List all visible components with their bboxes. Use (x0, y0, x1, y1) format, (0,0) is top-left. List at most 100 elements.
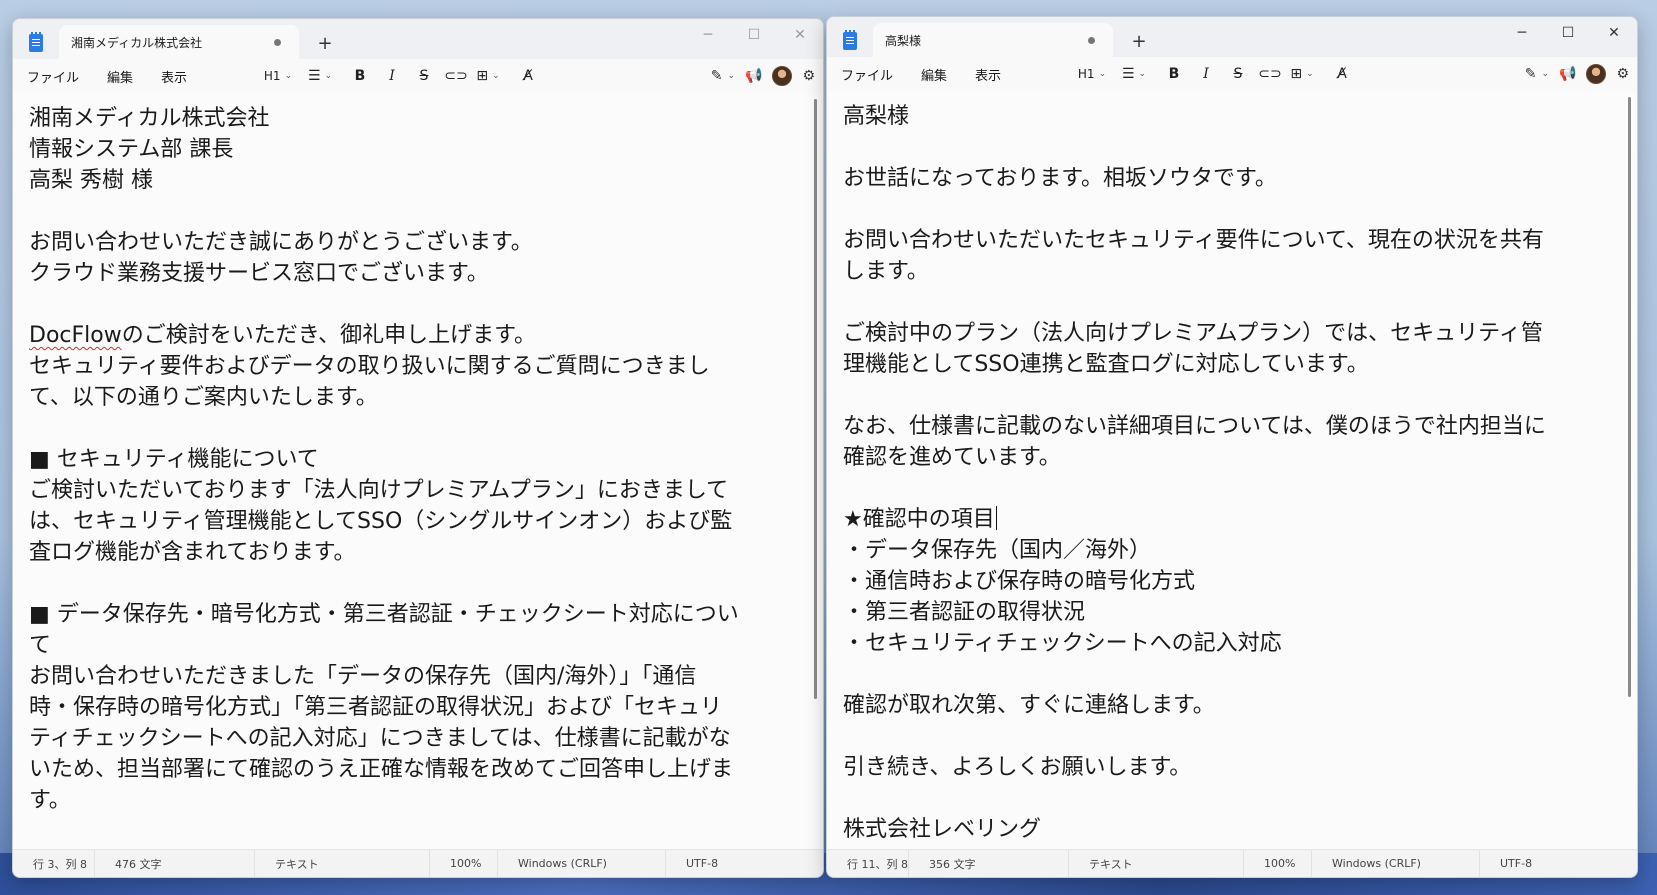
clear-format-icon: A̸ (1337, 66, 1347, 82)
text-line (843, 659, 1615, 690)
strikethrough-button[interactable]: S (409, 62, 439, 90)
status-cursor-position: 行 11、列 8 (827, 849, 909, 877)
menu-file[interactable]: ファイル (827, 65, 907, 84)
menu-edit[interactable]: 編集 (907, 65, 961, 84)
new-tab-button[interactable]: + (315, 33, 335, 54)
vertical-scrollbar[interactable] (1628, 97, 1631, 697)
status-line-ending[interactable]: Windows (CRLF) (1312, 849, 1480, 877)
menu-view[interactable]: 表示 (961, 65, 1015, 84)
strikethrough-button[interactable]: S (1223, 60, 1253, 88)
bold-button[interactable]: B (345, 62, 375, 90)
format-toolbar: H1 ⌄ ☰ ⌄ B I S ⊂⊃ ⊞ ⌄ A̸ (263, 59, 545, 93)
settings-button[interactable]: ⚙ (1616, 66, 1629, 82)
clear-format-button[interactable]: A̸ (1327, 60, 1357, 88)
copilot-dropdown[interactable]: ✎ ⌄ (1525, 66, 1549, 82)
text-line: します。 (843, 259, 929, 284)
text-line: DocFlowのご検討をいただき、御礼申し上げます。 (29, 323, 536, 348)
bold-button[interactable]: B (1159, 60, 1189, 88)
chevron-down-icon: ⌄ (284, 71, 293, 81)
text-line (29, 289, 801, 320)
status-bar: 行 3、列 8 476 文字 テキスト 100% Windows (CRLF) … (13, 849, 823, 877)
spellcheck-flagged-word[interactable]: DocFlow (29, 323, 122, 348)
status-cursor-position: 行 3、列 8 (13, 849, 95, 877)
italic-button[interactable]: I (1191, 60, 1221, 88)
table-dropdown[interactable]: ⊞ ⌄ (1287, 60, 1317, 88)
chevron-down-icon: ⌄ (727, 71, 735, 81)
notepad-window-right: 高梨様 + ─ ☐ ✕ ファイル 編集 表示 H1 ⌄ ☰ ⌄ B I S ⊂⊃ ⊞… (826, 16, 1638, 878)
link-button[interactable]: ⊂⊃ (1255, 60, 1285, 88)
minimize-button[interactable]: ─ (685, 19, 731, 51)
gear-icon: ⚙ (802, 68, 815, 84)
settings-button[interactable]: ⚙ (802, 68, 815, 84)
close-button[interactable]: ✕ (777, 19, 823, 51)
new-tab-button[interactable]: + (1129, 31, 1149, 52)
title-bar[interactable]: 湘南メディカル株式会社 + ─ ☐ ✕ (13, 19, 823, 59)
text-line (843, 132, 1615, 163)
status-encoding[interactable]: UTF-8 (666, 850, 786, 878)
text-line: クラウド業務支援サービス窓口でございます。 (29, 261, 489, 286)
list-dropdown[interactable]: ☰ ⌄ (305, 62, 335, 90)
status-line-ending[interactable]: Windows (CRLF) (498, 849, 666, 877)
whats-new-button[interactable]: 📢 (745, 68, 762, 84)
clear-format-button[interactable]: A̸ (513, 62, 543, 90)
text-line: ・第三者認証の取得状況 (843, 600, 1086, 625)
vertical-scrollbar[interactable] (814, 99, 817, 699)
maximize-button[interactable]: ☐ (731, 19, 777, 51)
text-line: ご検討いただいております「法人向けプレミアムプラン」におきまして (29, 478, 729, 503)
text-line: て、以下の通りご案内いたします。 (29, 385, 378, 410)
text-line: 高梨 秀樹 様 (29, 168, 153, 193)
link-button[interactable]: ⊂⊃ (441, 62, 471, 90)
text-line: お世話になっております。相坂ソウタです。 (843, 166, 1277, 191)
table-dropdown[interactable]: ⊞ ⌄ (473, 62, 503, 90)
text-line (843, 783, 1615, 814)
heading-dropdown[interactable]: H1 ⌄ (263, 62, 293, 90)
text-line: 確認が取れ次第、すぐに連絡します。 (843, 693, 1215, 718)
menu-view[interactable]: 表示 (147, 67, 201, 86)
text-line: お問い合わせいただいたセキュリティ要件について、現在の状況を共有 (843, 228, 1544, 253)
text-editor[interactable]: 高梨様 お世話になっております。相坂ソウタです。 お問い合わせいただいたセキュリティ… (827, 91, 1637, 849)
text-line: 株式会社レベリング (843, 817, 1042, 842)
text-line: て (29, 633, 52, 658)
tab-title: 湘南メディカル株式会社 (71, 35, 203, 50)
whats-new-button[interactable]: 📢 (1559, 66, 1576, 82)
tab-document[interactable]: 高梨様 (873, 23, 1113, 57)
text-line: セキュリティ要件およびデータの取り扱いに関するご質問につきまし (29, 354, 710, 379)
bold-icon: B (1168, 66, 1180, 82)
table-icon: ⊞ (476, 68, 489, 84)
avatar[interactable] (1586, 64, 1607, 84)
text-line (843, 194, 1615, 225)
text-line: ■ セキュリティ機能について (29, 447, 319, 472)
text-line: ティチェックシートへの記入対応」につきましては、仕様書に記載がな (29, 726, 731, 751)
avatar[interactable] (772, 66, 793, 86)
link-icon: ⊂⊃ (444, 68, 468, 84)
maximize-button[interactable]: ☐ (1545, 17, 1591, 49)
italic-button[interactable]: I (377, 62, 407, 90)
text-line (29, 196, 801, 227)
unsaved-dot-icon[interactable] (1088, 36, 1095, 44)
title-bar[interactable]: 高梨様 + ─ ☐ ✕ (827, 17, 1637, 57)
menu-file[interactable]: ファイル (13, 67, 93, 86)
unsaved-dot-icon[interactable] (274, 38, 281, 46)
text-line (843, 721, 1615, 752)
tab-document[interactable]: 湘南メディカル株式会社 (59, 25, 299, 59)
text-line: 情報システム部 課長 (29, 137, 234, 162)
notepad-app-icon (29, 32, 43, 52)
status-encoding[interactable]: UTF-8 (1480, 850, 1600, 878)
chevron-down-icon: ⌄ (1306, 69, 1314, 79)
menu-edit[interactable]: 編集 (93, 67, 147, 86)
text-line (29, 568, 801, 599)
status-bar: 行 11、列 8 356 文字 テキスト 100% Windows (CRLF)… (827, 849, 1637, 877)
status-format[interactable]: テキスト (1069, 849, 1244, 877)
list-dropdown[interactable]: ☰ ⌄ (1119, 60, 1149, 88)
chevron-down-icon: ⌄ (1541, 69, 1549, 79)
notepad-app-icon (843, 30, 857, 50)
status-zoom[interactable]: 100% (1244, 849, 1312, 877)
text-editor[interactable]: 湘南メディカル株式会社 情報システム部 課長 高梨 秀樹 様お問い合わせいただき誠に… (13, 93, 823, 849)
close-button[interactable]: ✕ (1591, 17, 1637, 49)
status-format[interactable]: テキスト (255, 849, 430, 877)
heading-dropdown[interactable]: H1 ⌄ (1077, 60, 1107, 88)
status-zoom[interactable]: 100% (430, 849, 498, 877)
copilot-dropdown[interactable]: ✎ ⌄ (711, 68, 735, 84)
minimize-button[interactable]: ─ (1499, 17, 1545, 49)
list-icon: ☰ (1121, 66, 1135, 82)
